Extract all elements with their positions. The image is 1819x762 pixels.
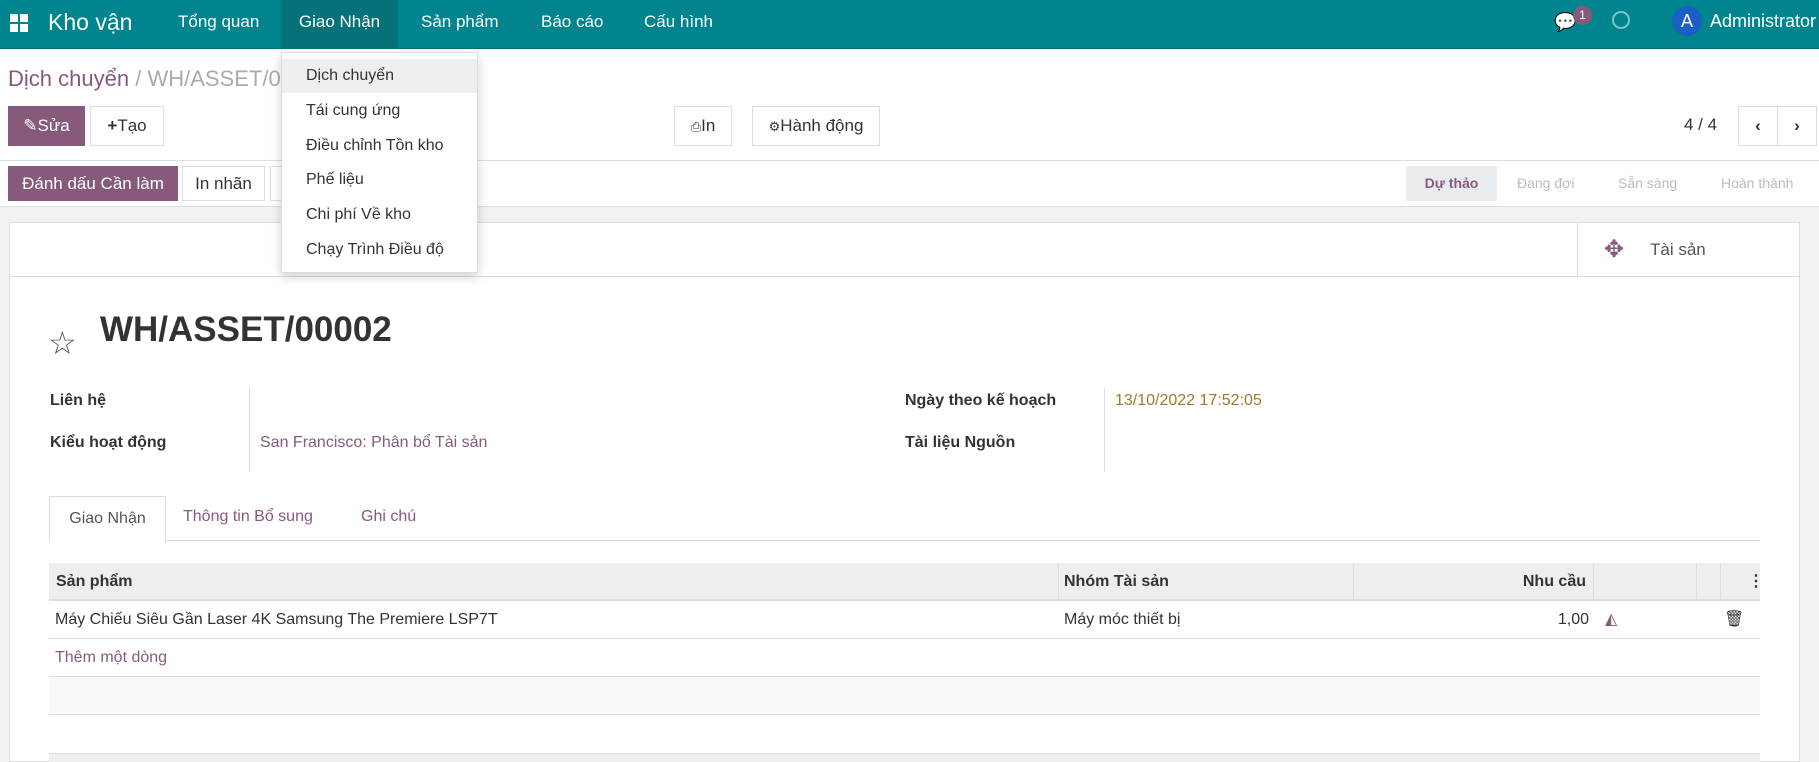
dropdown-item-landed-costs[interactable]: Chi phí Về kho (282, 198, 477, 232)
row-asset-group[interactable]: Máy móc thiết bị (1064, 601, 1180, 639)
user-menu[interactable]: Administrator (1710, 11, 1816, 32)
column-product[interactable]: Sản phẩm (56, 563, 132, 600)
pager-previous[interactable]: ‹ (1738, 106, 1778, 146)
operation-type-label: Kiểu hoạt động (50, 434, 167, 451)
mark-todo-button[interactable]: Đánh dấu Cần làm (8, 166, 178, 201)
edit-button[interactable]: ✎Sửa (8, 106, 85, 146)
add-line-link[interactable]: Thêm một dòng (55, 639, 167, 677)
create-button[interactable]: +Tạo (90, 106, 164, 146)
apps-grid-icon[interactable] (10, 14, 28, 32)
assets-label: Tài sản (1650, 240, 1706, 259)
menu-products[interactable]: Sản phẩm (421, 0, 499, 49)
status-done[interactable]: Hoàn thành (1721, 166, 1793, 201)
menu-overview[interactable]: Tổng quan (166, 0, 271, 49)
dropdown-item-run-scheduler[interactable]: Chạy Trình Điều độ (282, 233, 477, 267)
trash-icon[interactable]: 🗑 (1724, 601, 1744, 639)
clock-icon[interactable] (1612, 11, 1630, 29)
dropdown-item-inventory-adjustment[interactable]: Điều chỉnh Tồn kho (282, 129, 477, 163)
message-badge: 1 (1573, 6, 1592, 25)
column-demand[interactable]: Nhu cầu (1353, 563, 1586, 600)
scheduled-date-value[interactable]: 13/10/2022 17:52:05 (1115, 392, 1262, 410)
pencil-icon: ✎ (23, 116, 38, 135)
breadcrumb-parent[interactable]: Dịch chuyển (8, 66, 129, 91)
divider (0, 160, 1819, 161)
print-button[interactable]: ⎙In (674, 106, 732, 146)
operation-type-value[interactable]: San Francisco: Phân bổ Tài sản (260, 434, 487, 452)
assets-smart-button[interactable]: ✥ Tài sản (1577, 223, 1799, 276)
print-labels-button[interactable]: In nhãn (182, 166, 265, 201)
operations-dropdown: Dịch chuyển Tái cung ứng Điều chỉnh Tồn … (281, 52, 478, 273)
star-icon[interactable]: ☆ (48, 324, 77, 362)
pager-value: 4 / 4 (1684, 115, 1718, 134)
record-title: WH/ASSET/00002 (100, 310, 392, 349)
plus-icon: + (107, 116, 118, 135)
tab-operations[interactable]: Giao Nhận (49, 496, 166, 542)
dropdown-item-replenishment[interactable]: Tái cung ứng (282, 94, 477, 128)
status-waiting[interactable]: Đang đợi (1517, 166, 1574, 201)
dropdown-item-transfers[interactable]: Dịch chuyển (282, 59, 477, 93)
row-product[interactable]: Máy Chiếu Siêu Gần Laser 4K Samsung The … (55, 601, 498, 639)
column-asset-group[interactable]: Nhóm Tài sản (1064, 563, 1169, 600)
gear-icon: ⚙ (768, 119, 781, 134)
status-draft[interactable]: Dự thảo (1406, 166, 1497, 201)
chevron-left-icon: ‹ (1755, 116, 1761, 135)
app-brand[interactable]: Kho vận (48, 0, 132, 44)
tab-notes[interactable]: Ghi chú (361, 508, 416, 526)
status-ready[interactable]: Sẵn sàng (1618, 166, 1677, 201)
pager-next[interactable]: › (1777, 106, 1817, 146)
print-icon: ⎙ (690, 119, 702, 134)
source-document-label: Tài liệu Nguồn (905, 434, 1016, 451)
scheduled-date-label: Ngày theo kế hoạch (905, 392, 1057, 409)
move-arrows-icon: ✥ (1604, 236, 1625, 263)
row-demand[interactable]: 1,00 (1353, 601, 1589, 639)
menu-config[interactable]: Cấu hình (644, 0, 713, 49)
top-navbar: Kho vận Tổng quan Giao Nhận Sản phẩm Báo… (0, 0, 1819, 49)
menu-operations[interactable]: Giao Nhận (281, 0, 398, 49)
chevron-right-icon: › (1794, 116, 1800, 135)
column-options-icon[interactable]: ⋮ (1748, 563, 1764, 600)
action-button[interactable]: ⚙Hành động (752, 106, 880, 146)
menu-reports[interactable]: Báo cáo (541, 0, 603, 49)
forecast-chart-icon[interactable]: ◭ (1605, 601, 1617, 639)
tab-additional-info[interactable]: Thông tin Bổ sung (183, 508, 313, 526)
partner-label: Liên hệ (50, 392, 107, 409)
dropdown-item-scrap[interactable]: Phế liệu (282, 163, 477, 197)
avatar[interactable]: A (1672, 6, 1702, 36)
